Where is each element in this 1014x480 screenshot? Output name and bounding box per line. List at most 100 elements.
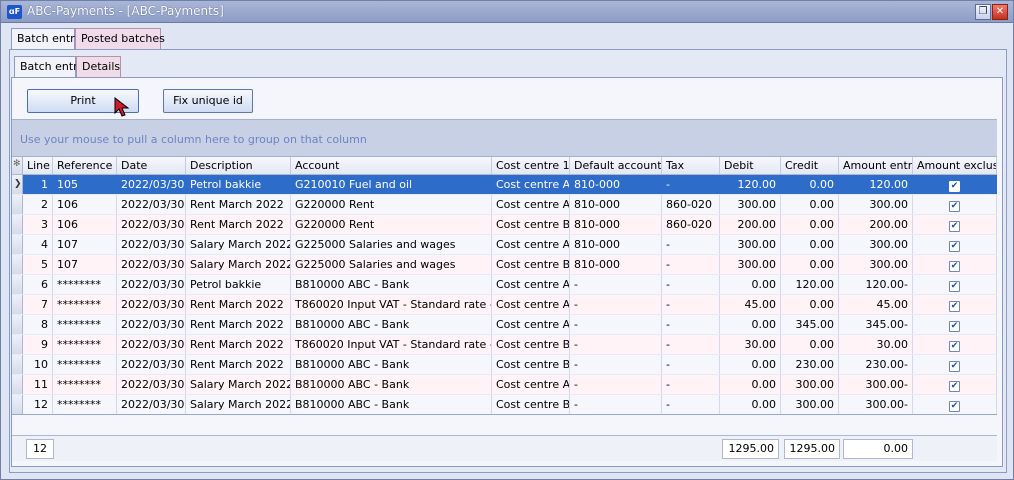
cell-credit[interactable]: 230.00 (781, 355, 839, 374)
table-row[interactable]: ❯ 1 105 2022/03/30 Petrol bakkie G210010 Fuel… (12, 175, 997, 195)
table-row[interactable]: 5 107 2022/03/30 Salary March 2022 G225000 S… (12, 255, 997, 275)
cell-line[interactable]: 4 (23, 235, 53, 254)
header-col-description[interactable]: Description (186, 157, 291, 174)
cell-amount-entry[interactable]: 200.00 (839, 215, 913, 234)
cell-tax[interactable]: - (662, 295, 720, 314)
header-col-default-account[interactable]: Default account (570, 157, 662, 174)
cell-default-account[interactable]: 810-000 (570, 255, 662, 274)
cell-credit[interactable]: 0.00 (781, 215, 839, 234)
cell-tax[interactable]: 860-020 (662, 195, 720, 214)
cell-cost-centre[interactable]: Cost centre A1 (492, 175, 570, 194)
cell-account[interactable]: G220000 Rent (291, 195, 492, 214)
header-col-debit[interactable]: Debit (720, 157, 781, 174)
checkbox-checked-icon[interactable]: ✔ (949, 181, 960, 192)
cell-date[interactable]: 2022/03/30 (117, 175, 186, 194)
row-indicator[interactable] (12, 315, 23, 334)
table-row[interactable]: 6 ******** 2022/03/30 Petrol bakkie B810000 … (12, 275, 997, 295)
cell-amount-entry[interactable]: 300.00 (839, 255, 913, 274)
header-col-account[interactable]: Account (291, 157, 492, 174)
checkbox-checked-icon[interactable]: ✔ (949, 241, 960, 252)
group-by-area[interactable]: Use your mouse to pull a column here to … (12, 119, 997, 157)
cell-debit[interactable]: 0.00 (720, 315, 781, 334)
cell-credit[interactable]: 0.00 (781, 235, 839, 254)
cell-default-account[interactable]: - (570, 275, 662, 294)
cell-line[interactable]: 7 (23, 295, 53, 314)
cell-tax[interactable]: - (662, 275, 720, 294)
cell-description[interactable]: Petrol bakkie (186, 175, 291, 194)
row-indicator[interactable] (12, 275, 23, 294)
cell-reference[interactable]: 107 (53, 235, 117, 254)
cell-line[interactable]: 10 (23, 355, 53, 374)
cell-cost-centre[interactable]: Cost centre A1 (492, 275, 570, 294)
row-indicator[interactable]: ❯ (12, 175, 23, 194)
cell-description[interactable]: Salary March 2022 (186, 235, 291, 254)
cell-account[interactable]: T860020 Input VAT - Standard rate -15% (291, 295, 492, 314)
cell-date[interactable]: 2022/03/30 (117, 195, 186, 214)
cell-account[interactable]: G210010 Fuel and oil (291, 175, 492, 194)
table-row[interactable]: 12 ******** 2022/03/30 Salary March 2022 B81… (12, 395, 997, 414)
cell-default-account[interactable]: - (570, 355, 662, 374)
cell-debit[interactable]: 0.00 (720, 355, 781, 374)
row-indicator[interactable] (12, 255, 23, 274)
cell-line[interactable]: 6 (23, 275, 53, 294)
cell-account[interactable]: G225000 Salaries and wages (291, 235, 492, 254)
cell-tax[interactable]: - (662, 315, 720, 334)
cell-amount-entry[interactable]: 300.00 (839, 235, 913, 254)
cell-date[interactable]: 2022/03/30 (117, 315, 186, 334)
cell-debit[interactable]: 300.00 (720, 195, 781, 214)
cell-line[interactable]: 5 (23, 255, 53, 274)
table-row[interactable]: 2 106 2022/03/30 Rent March 2022 G220000 Ren… (12, 195, 997, 215)
checkbox-checked-icon[interactable]: ✔ (949, 361, 960, 372)
close-button[interactable]: ✕ (992, 4, 1008, 20)
cell-line[interactable]: 8 (23, 315, 53, 334)
cell-reference[interactable]: 105 (53, 175, 117, 194)
cell-account[interactable]: B810000 ABC - Bank (291, 355, 492, 374)
amount-exclusive-checkbox-cell[interactable]: ✔ (913, 375, 997, 394)
cell-default-account[interactable]: 810-000 (570, 215, 662, 234)
header-col-amount-entry[interactable]: Amount entry (839, 157, 913, 174)
tab-details[interactable]: Details (76, 56, 121, 77)
cell-reference[interactable]: ******** (53, 395, 117, 414)
cell-credit[interactable]: 345.00 (781, 315, 839, 334)
cell-debit[interactable]: 0.00 (720, 395, 781, 414)
cell-debit[interactable]: 0.00 (720, 375, 781, 394)
cell-amount-entry[interactable]: 300.00- (839, 375, 913, 394)
cell-account[interactable]: B810000 ABC - Bank (291, 275, 492, 294)
amount-exclusive-checkbox-cell[interactable]: ✔ (913, 195, 997, 214)
cell-tax[interactable]: - (662, 375, 720, 394)
tab-posted-batches[interactable]: Posted batches (75, 28, 165, 49)
cell-default-account[interactable]: 810-000 (570, 235, 662, 254)
cell-date[interactable]: 2022/03/30 (117, 335, 186, 354)
row-indicator[interactable] (12, 195, 23, 214)
cell-cost-centre[interactable]: Cost centre A1 (492, 195, 570, 214)
cell-amount-entry[interactable]: 230.00- (839, 355, 913, 374)
cell-tax[interactable]: - (662, 255, 720, 274)
cell-debit[interactable]: 120.00 (720, 175, 781, 194)
cell-description[interactable]: Salary March 2022 (186, 395, 291, 414)
cell-default-account[interactable]: - (570, 375, 662, 394)
cell-account[interactable]: B810000 ABC - Bank (291, 315, 492, 334)
cell-cost-centre[interactable]: Cost centre A1 (492, 295, 570, 314)
header-col-tax[interactable]: Tax (662, 157, 720, 174)
cell-line[interactable]: 1 (23, 175, 53, 194)
cell-reference[interactable]: 106 (53, 215, 117, 234)
cell-amount-entry[interactable]: 345.00- (839, 315, 913, 334)
amount-exclusive-checkbox-cell[interactable]: ✔ (913, 215, 997, 234)
cell-date[interactable]: 2022/03/30 (117, 375, 186, 394)
header-col-amount-exclusive[interactable]: Amount exclusive (913, 157, 997, 174)
cell-description[interactable]: Salary March 2022 (186, 375, 291, 394)
cell-date[interactable]: 2022/03/30 (117, 215, 186, 234)
row-indicator[interactable] (12, 355, 23, 374)
header-col-line[interactable]: Line (23, 157, 53, 174)
cell-description[interactable]: Rent March 2022 (186, 315, 291, 334)
cell-amount-entry[interactable]: 30.00 (839, 335, 913, 354)
cell-amount-entry[interactable]: 120.00 (839, 175, 913, 194)
cell-reference[interactable]: 106 (53, 195, 117, 214)
cell-default-account[interactable]: - (570, 395, 662, 414)
cell-account[interactable]: T860020 Input VAT - Standard rate -15% (291, 335, 492, 354)
cell-line[interactable]: 2 (23, 195, 53, 214)
cell-default-account[interactable]: - (570, 335, 662, 354)
table-row[interactable]: 9 ******** 2022/03/30 Rent March 2022 T86002… (12, 335, 997, 355)
header-col-reference[interactable]: Reference (53, 157, 117, 174)
row-indicator[interactable] (12, 395, 23, 414)
